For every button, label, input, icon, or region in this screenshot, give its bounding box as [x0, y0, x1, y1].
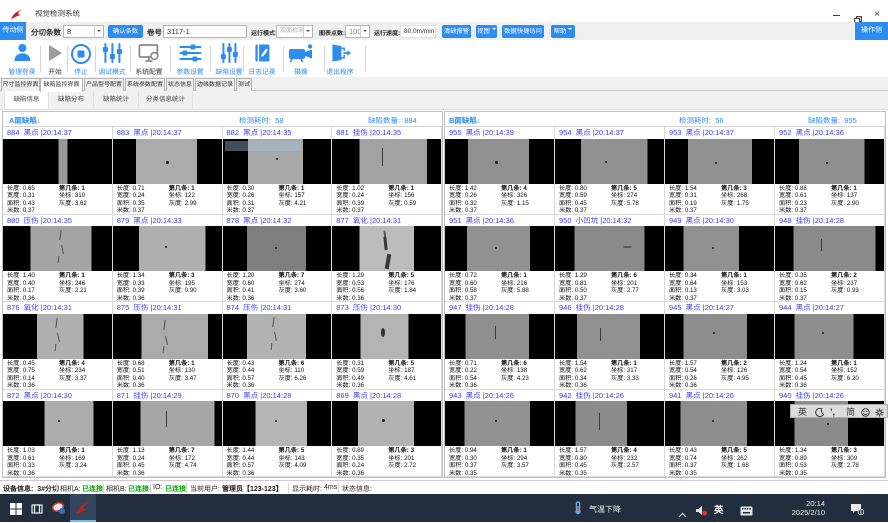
svg-text:6: 6 [860, 510, 863, 515]
